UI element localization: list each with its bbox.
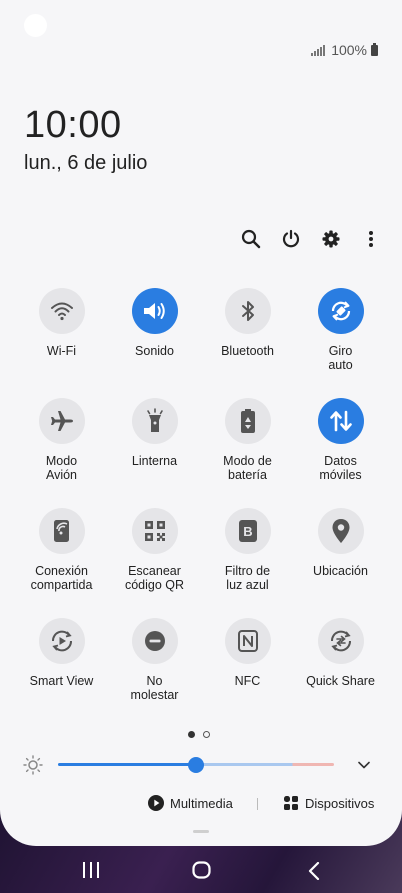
tile-label: NFC	[234, 674, 261, 688]
svg-text:B: B	[243, 524, 252, 539]
blue-light-icon[interactable]: B	[224, 508, 271, 554]
tile-label: Ubicación	[313, 564, 368, 578]
wifi-icon[interactable]	[38, 288, 85, 334]
tile-battery-mode[interactable]: Modo de batería	[201, 398, 294, 482]
rotate-icon[interactable]	[317, 288, 364, 334]
tile-location[interactable]: Ubicación	[294, 508, 387, 578]
status-bar: 100%	[311, 42, 378, 58]
clock-date: lun., 6 de julio	[24, 152, 148, 174]
bluetooth-icon[interactable]	[224, 288, 271, 334]
chevron-down-icon[interactable]	[356, 757, 372, 778]
tile-label: Smart View	[29, 674, 94, 688]
tile-label: Linterna	[131, 454, 178, 468]
back-icon[interactable]	[308, 861, 320, 885]
tile-blue-light[interactable]: B Filtro de luz azul	[201, 508, 294, 592]
tile-nfc[interactable]: NFC	[201, 618, 294, 688]
tile-label: Escanear código QR	[124, 564, 185, 592]
battery-mode-icon[interactable]	[224, 398, 271, 444]
tile-wifi[interactable]: Wi-Fi	[15, 288, 108, 358]
do-not-disturb-icon[interactable]	[131, 618, 178, 664]
panel-toolbar	[240, 228, 382, 250]
tile-hotspot[interactable]: Conexión compartida	[15, 508, 108, 592]
tile-label: Giro auto	[328, 344, 353, 372]
tile-qr[interactable]: Escanear código QR	[108, 508, 201, 592]
recents-icon[interactable]	[82, 862, 100, 883]
page-indicator	[188, 731, 210, 738]
tile-quick-share[interactable]: Quick Share	[294, 618, 387, 688]
tile-bluetooth[interactable]: Bluetooth	[201, 288, 294, 358]
devices-icon	[284, 796, 298, 810]
tile-airplane[interactable]: Modo Avión	[15, 398, 108, 482]
tile-label: Wi-Fi	[46, 344, 77, 358]
battery-percent: 100%	[331, 42, 367, 58]
speaker-icon[interactable]	[131, 288, 178, 334]
tile-label: Sonido	[135, 344, 174, 358]
tile-label: Conexión compartida	[30, 564, 93, 592]
tile-smart-view[interactable]: Smart View	[15, 618, 108, 688]
tile-label: Modo Avión	[45, 454, 78, 482]
gear-icon[interactable]	[320, 228, 342, 250]
mobile-data-icon[interactable]	[317, 398, 364, 444]
tile-flashlight[interactable]: Linterna	[108, 398, 201, 468]
page-dot-active	[188, 731, 195, 738]
play-icon	[148, 795, 164, 811]
smart-view-icon[interactable]	[38, 618, 85, 664]
tile-rotate[interactable]: Giro auto	[294, 288, 387, 372]
home-icon[interactable]	[192, 861, 211, 884]
battery-icon	[371, 42, 378, 56]
panel-handle[interactable]	[193, 830, 209, 833]
brightness-bar	[22, 755, 382, 775]
tile-label: Bluetooth	[221, 344, 274, 358]
tile-label: Modo de batería	[223, 454, 272, 482]
tile-mobile-data[interactable]: Datos móviles	[294, 398, 387, 482]
tile-label: Quick Share	[306, 674, 375, 688]
clock-time: 10:00	[24, 104, 122, 146]
devices-label: Dispositivos	[305, 795, 375, 811]
tile-speaker[interactable]: Sonido	[108, 288, 201, 358]
tile-label: No molestar	[130, 674, 179, 702]
page-dot	[203, 731, 210, 738]
signal-icon	[311, 44, 326, 56]
qr-icon[interactable]	[131, 508, 178, 554]
tile-label: Filtro de luz azul	[224, 564, 271, 592]
tile-do-not-disturb[interactable]: No molestar	[108, 618, 201, 702]
navigation-bar	[0, 846, 402, 893]
more-vert-icon[interactable]	[360, 228, 382, 250]
search-icon[interactable]	[240, 228, 262, 250]
brightness-thumb[interactable]	[188, 757, 204, 773]
power-icon[interactable]	[280, 228, 302, 250]
nfc-icon[interactable]	[224, 618, 271, 664]
media-label: Multimedia	[170, 795, 233, 811]
quick-settings-panel: 100% 10:00 lun., 6 de julio Wi-Fi Sonido B…	[0, 0, 402, 846]
location-icon[interactable]	[317, 508, 364, 554]
flashlight-icon[interactable]	[131, 398, 178, 444]
airplane-icon[interactable]	[38, 398, 85, 444]
divider	[257, 798, 258, 810]
brightness-icon	[22, 755, 44, 780]
hotspot-icon[interactable]	[38, 508, 85, 554]
devices-button[interactable]: Dispositivos	[283, 795, 374, 811]
media-devices-bar: Multimedia Dispositivos	[0, 795, 402, 815]
front-camera	[24, 14, 47, 37]
tile-label: Datos móviles	[319, 454, 362, 482]
quick-share-icon[interactable]	[317, 618, 364, 664]
media-button[interactable]: Multimedia	[148, 795, 233, 811]
